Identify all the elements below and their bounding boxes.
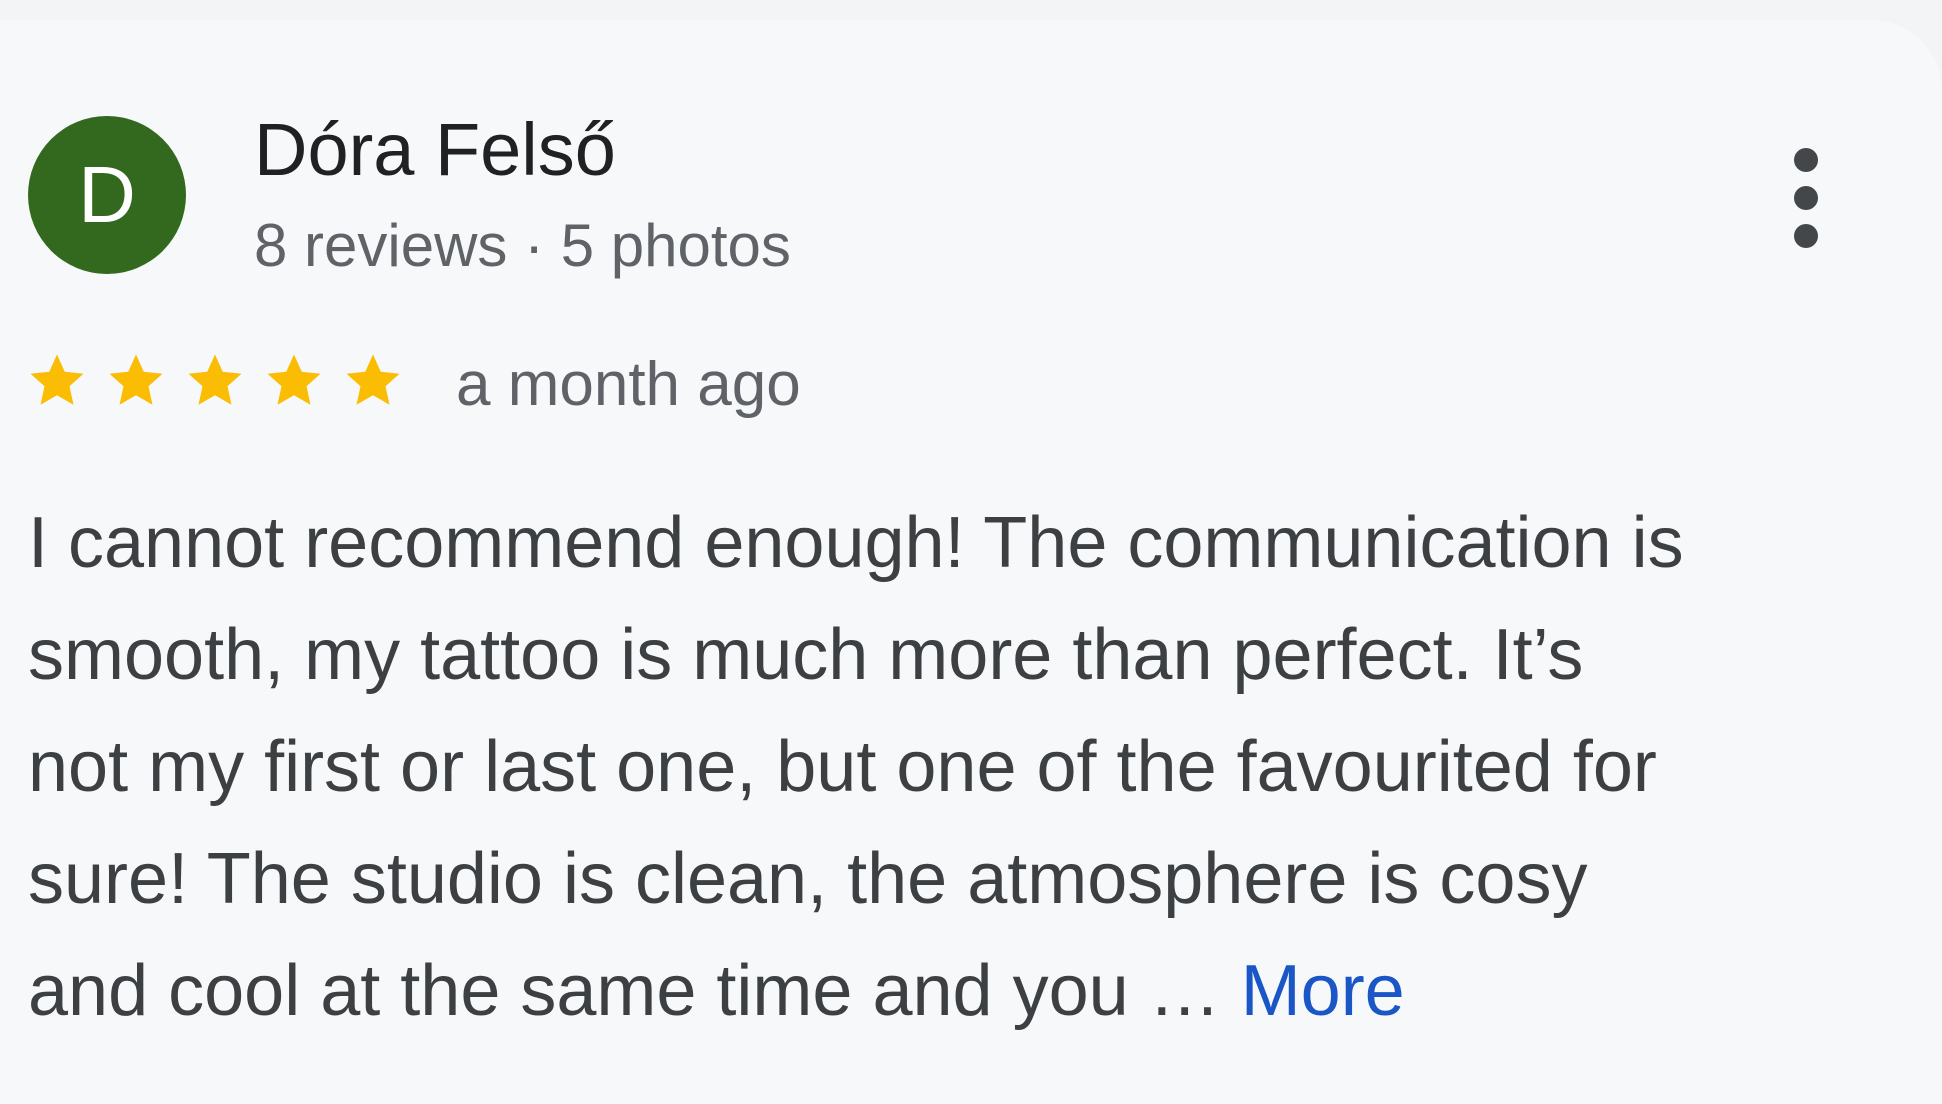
star-icon (267, 354, 321, 405)
review-text: I cannot recommend enough! The communica… (28, 487, 1908, 1047)
avatar-letter: D (78, 150, 136, 239)
review-line: and cool at the same time and you … (28, 951, 1241, 1031)
more-link[interactable]: More (1241, 951, 1405, 1031)
reviewer-name[interactable]: Dóra Felső (254, 106, 616, 195)
review-line-last: and cool at the same time and you … More (28, 935, 1908, 1047)
more-vert-icon-dot (1794, 224, 1818, 248)
review-card: D Dóra Felső 8 reviews · 5 photos a mont… (0, 20, 1942, 1104)
avatar[interactable]: D (28, 116, 186, 274)
review-line: not my first or last one, but one of the… (28, 727, 1657, 807)
more-options-button[interactable] (1778, 148, 1834, 248)
more-vert-icon-dot (1794, 186, 1818, 210)
review-line: I cannot recommend enough! The communica… (28, 503, 1684, 583)
reviewer-stats: 8 reviews · 5 photos (254, 212, 791, 279)
review-line: smooth, my tattoo is much more than perf… (28, 615, 1584, 695)
review-line: sure! The studio is clean, the atmospher… (28, 839, 1588, 919)
star-rating (26, 350, 404, 410)
star-icon (188, 354, 242, 405)
star-icon (346, 354, 400, 405)
star-icon (109, 354, 163, 405)
review-time: a month ago (456, 350, 801, 419)
star-icon (30, 354, 84, 405)
more-vert-icon-dot (1794, 148, 1818, 172)
